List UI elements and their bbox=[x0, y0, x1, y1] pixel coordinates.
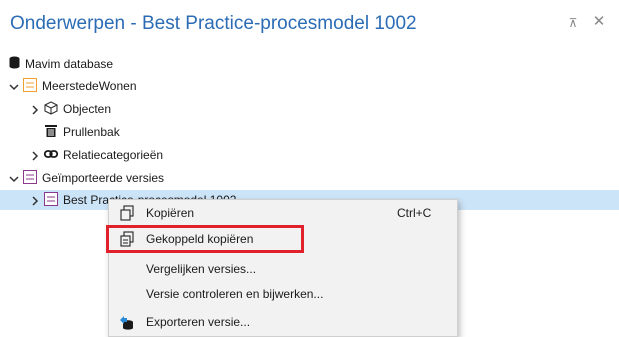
tree-item-label: Relatiecategorieën bbox=[63, 148, 164, 162]
close-icon[interactable]: ✕ bbox=[592, 14, 606, 30]
menu-item-export[interactable]: Exporteren versie... bbox=[109, 309, 457, 335]
subjects-panel: Onderwerpen - Best Practice-procesmodel … bbox=[0, 0, 619, 337]
copy-icon bbox=[119, 205, 135, 221]
chevron-right-icon[interactable] bbox=[30, 150, 40, 161]
versions-node-icon bbox=[23, 169, 37, 187]
tree-item-label: Objecten bbox=[63, 102, 112, 116]
tree-item-objecten[interactable]: Objecten bbox=[30, 99, 111, 119]
highlight-box bbox=[106, 225, 304, 253]
menu-item-label: Vergelijken versies... bbox=[146, 262, 257, 276]
context-menu: Kopiëren Ctrl+C Gekoppeld kopiëren Verge… bbox=[108, 199, 458, 337]
tree-item-geimporteerde-versies[interactable]: Geïmporteerde versies bbox=[9, 168, 164, 188]
tree-item-label: Geïmporteerde versies bbox=[42, 171, 165, 185]
link-icon bbox=[43, 148, 59, 162]
menu-item-label: Exporteren versie... bbox=[146, 315, 251, 329]
tree-item-label: MeerstedeWonen bbox=[42, 79, 137, 93]
database-icon bbox=[9, 56, 20, 72]
version-node-icon bbox=[44, 191, 58, 209]
export-icon bbox=[119, 314, 135, 330]
menu-item-label: Versie controleren en bijwerken... bbox=[146, 287, 324, 301]
menu-item-label: Kopiëren bbox=[146, 206, 195, 220]
menu-item-copy[interactable]: Kopiëren Ctrl+C bbox=[109, 200, 457, 226]
tree-item-label: Prullenbak bbox=[63, 125, 120, 139]
tree-item-prullenbak[interactable]: Prullenbak bbox=[44, 122, 120, 142]
tree-item-meerstede[interactable]: MeerstedeWonen bbox=[9, 76, 137, 96]
panel-title: Onderwerpen - Best Practice-procesmodel … bbox=[10, 13, 417, 34]
menu-item-check-update[interactable]: Versie controleren en bijwerken... bbox=[109, 281, 457, 307]
menu-item-compare-versions[interactable]: Vergelijken versies... bbox=[109, 256, 457, 282]
tree-item-label: Mavim database bbox=[25, 57, 114, 71]
trash-icon bbox=[44, 124, 58, 141]
cube-icon bbox=[44, 100, 58, 118]
menu-item-shortcut: Ctrl+C bbox=[397, 206, 432, 220]
panel-title-bar: Onderwerpen - Best Practice-procesmodel … bbox=[0, 0, 619, 48]
chevron-right-icon[interactable] bbox=[30, 104, 40, 115]
tree-item-relatiecategorieen[interactable]: Relatiecategorieën bbox=[30, 145, 163, 165]
chevron-down-icon[interactable] bbox=[9, 81, 19, 91]
tree-item-database[interactable]: Mavim database bbox=[9, 54, 113, 74]
chevron-right-icon[interactable] bbox=[30, 195, 40, 206]
pin-icon[interactable]: ⊼ bbox=[566, 16, 580, 32]
chevron-down-icon[interactable] bbox=[9, 173, 19, 183]
node-icon bbox=[23, 77, 37, 95]
